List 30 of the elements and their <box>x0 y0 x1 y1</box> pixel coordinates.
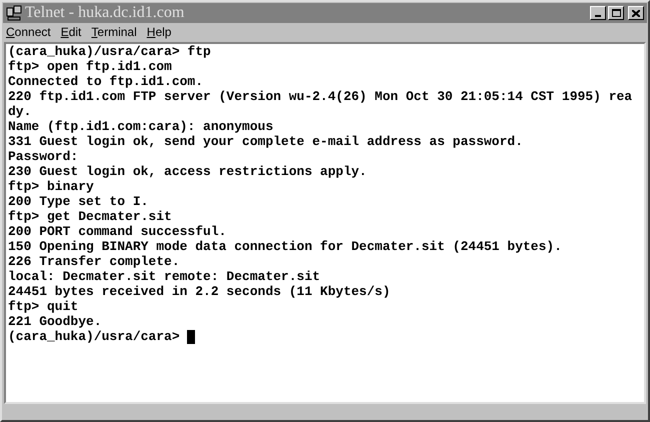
cursor <box>187 330 196 344</box>
terminal-line: 220 ftp.id1.com FTP server (Version wu-2.4(26) Mon Oct 30 21:05:14 CST 1995) rea <box>8 89 632 104</box>
terminal-line: 150 Opening BINARY mode data connection for Decmater.sit (24451 bytes). <box>8 239 562 254</box>
terminal-line: 200 PORT command successful. <box>8 224 226 239</box>
close-icon <box>632 10 640 16</box>
terminal-line: ftp> quit <box>8 299 78 314</box>
terminal-line: dy. <box>8 104 32 119</box>
menu-item[interactable]: Terminal <box>91 26 137 38</box>
terminal-line: 331 Guest login ok, send your complete e-mail address as password. <box>8 134 523 149</box>
terminal-line: Connected to ftp.id1.com. <box>8 74 204 89</box>
terminal-line: ftp> binary <box>8 179 94 194</box>
terminal-line: (cara_huka)/usra/cara> <box>8 329 181 344</box>
terminal-line: ftp> open ftp.id1.com <box>8 59 172 74</box>
menu-item[interactable]: Help <box>146 26 172 38</box>
menu-item[interactable]: Connect <box>6 26 51 38</box>
maximize-button[interactable] <box>608 6 624 20</box>
terminal-line: ftp> get Decmater.sit <box>8 209 172 224</box>
terminal-line: Name (ftp.id1.com:cara): anonymous <box>8 119 274 134</box>
terminal-line: 226 Transfer complete. <box>8 254 180 269</box>
close-button[interactable] <box>628 6 644 20</box>
terminal-line: Password: <box>8 149 78 164</box>
terminal-line: (cara_huka)/usra/cara> ftp <box>8 44 211 59</box>
terminal-line: 221 Goodbye. <box>8 314 102 329</box>
terminal-line: 200 Type set to I. <box>8 194 148 209</box>
window-title: Telnet - huka.dc.id1.com <box>25 5 184 21</box>
minimize-button[interactable] <box>590 6 606 20</box>
terminal-line: local: Decmater.sit remote: Decmater.sit <box>8 269 320 284</box>
menu-item[interactable]: Edit <box>60 26 82 38</box>
terminal-line: 24451 bytes received in 2.2 seconds (11 Kbytes/s) <box>8 284 390 299</box>
terminal-line: 230 Guest login ok, access restrictions apply. <box>8 164 367 179</box>
